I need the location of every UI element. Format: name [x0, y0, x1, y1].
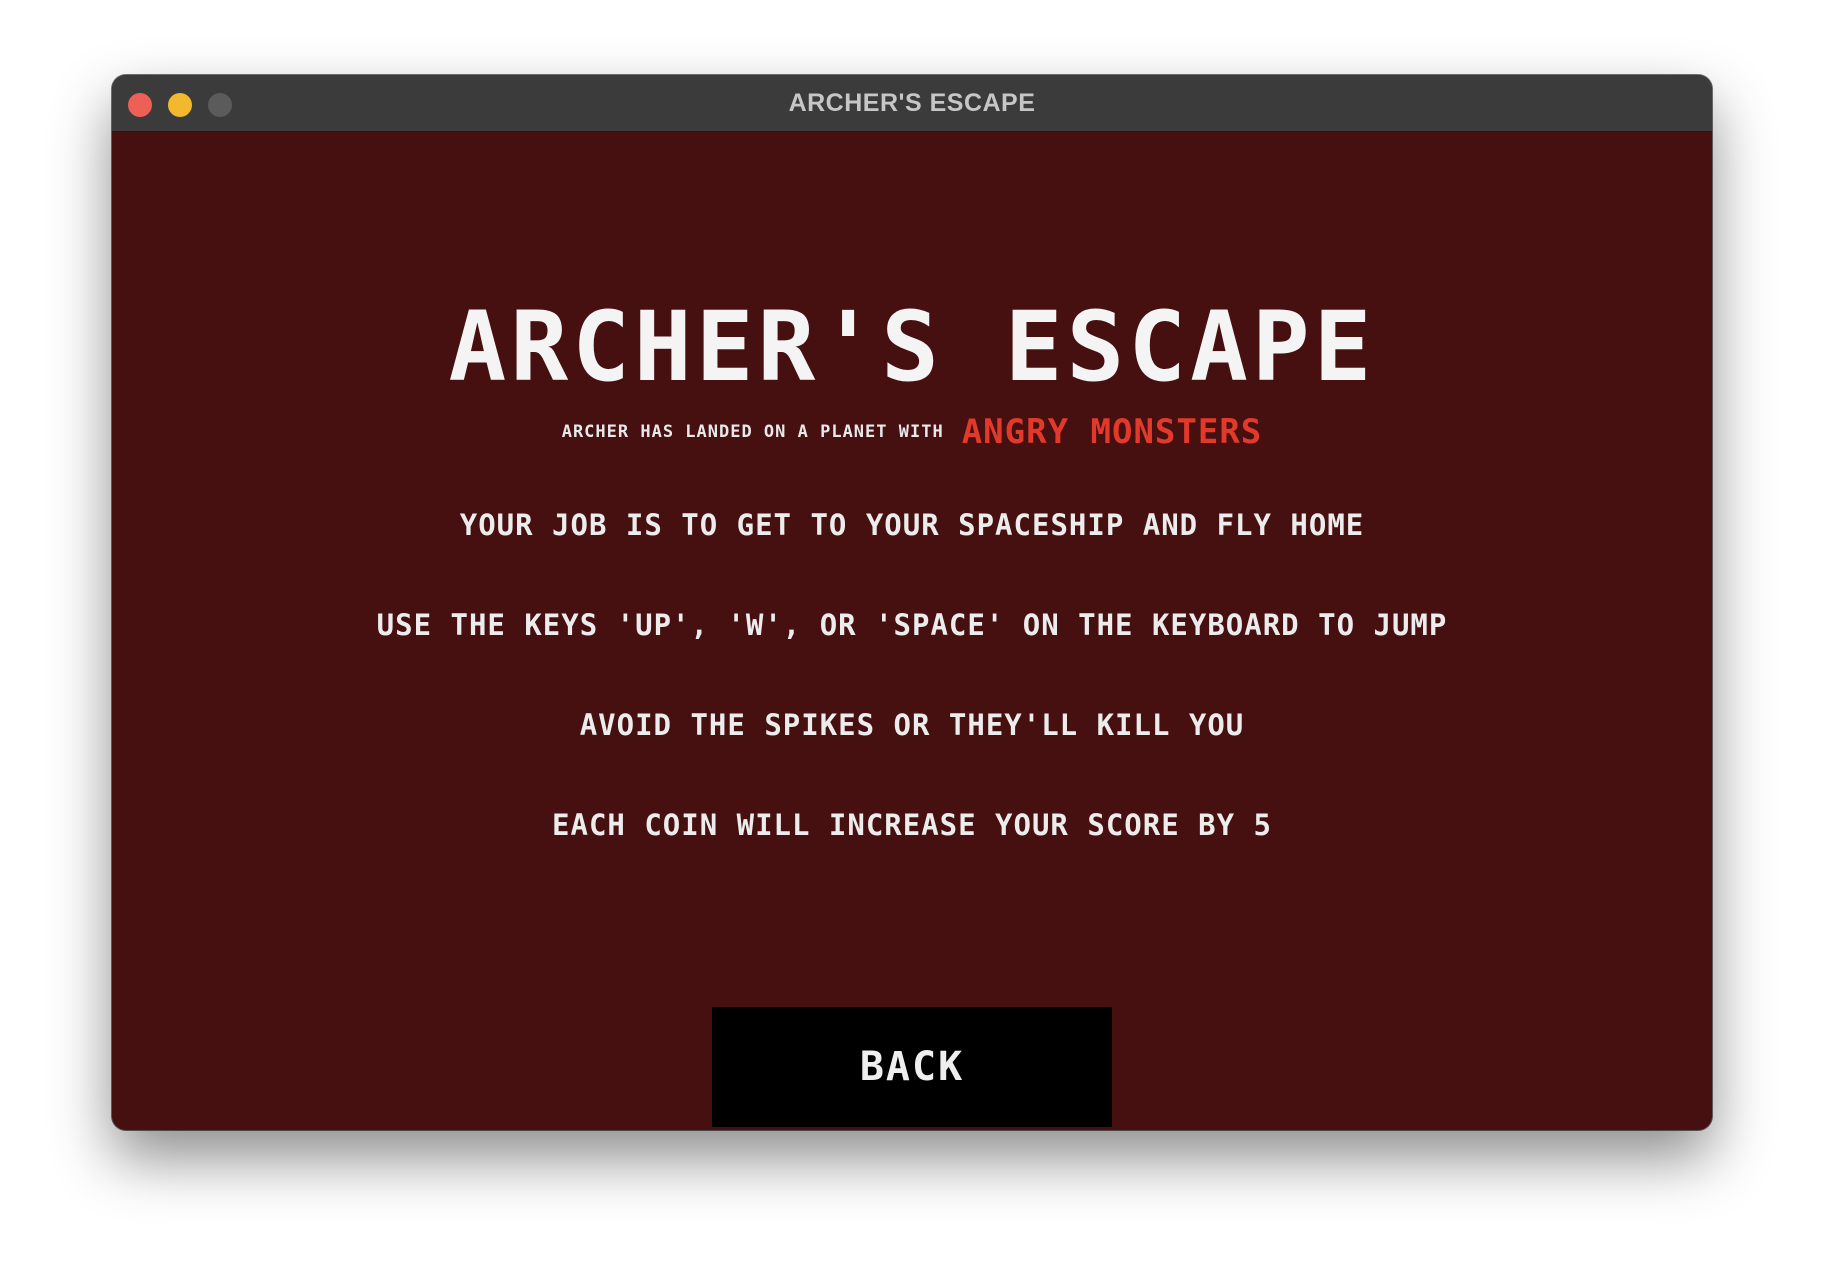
instruction-jump: USE THE KEYS 'UP', 'W', OR 'SPACE' ON TH…	[112, 605, 1712, 645]
window-title: ARCHER'S ESCAPE	[788, 89, 1036, 117]
intro-line: ARCHER HAS LANDED ON A PLANET WITH ANGRY …	[112, 406, 1712, 456]
intro-highlight: ANGRY MONSTERS	[961, 411, 1263, 452]
window-titlebar[interactable]: ARCHER'S ESCAPE	[112, 75, 1712, 132]
game-title: ARCHER'S ESCAPE	[112, 292, 1712, 402]
desktop: ARCHER'S ESCAPE ARCHER'S ESCAPE ARCHER H…	[0, 0, 1824, 1280]
instruction-goal: YOUR JOB IS TO GET TO YOUR SPACESHIP AND…	[112, 505, 1712, 545]
intro-text: ARCHER HAS LANDED ON A PLANET WITH	[561, 421, 944, 442]
instructions-screen: ARCHER'S ESCAPE ARCHER HAS LANDED ON A P…	[112, 132, 1712, 1130]
instruction-spikes: AVOID THE SPIKES OR THEY'LL KILL YOU	[112, 705, 1712, 745]
game-window: ARCHER'S ESCAPE ARCHER'S ESCAPE ARCHER H…	[112, 75, 1712, 1130]
back-button[interactable]: BACK	[712, 1007, 1112, 1127]
instruction-coins: EACH COIN WILL INCREASE YOUR SCORE BY 5	[112, 805, 1712, 845]
